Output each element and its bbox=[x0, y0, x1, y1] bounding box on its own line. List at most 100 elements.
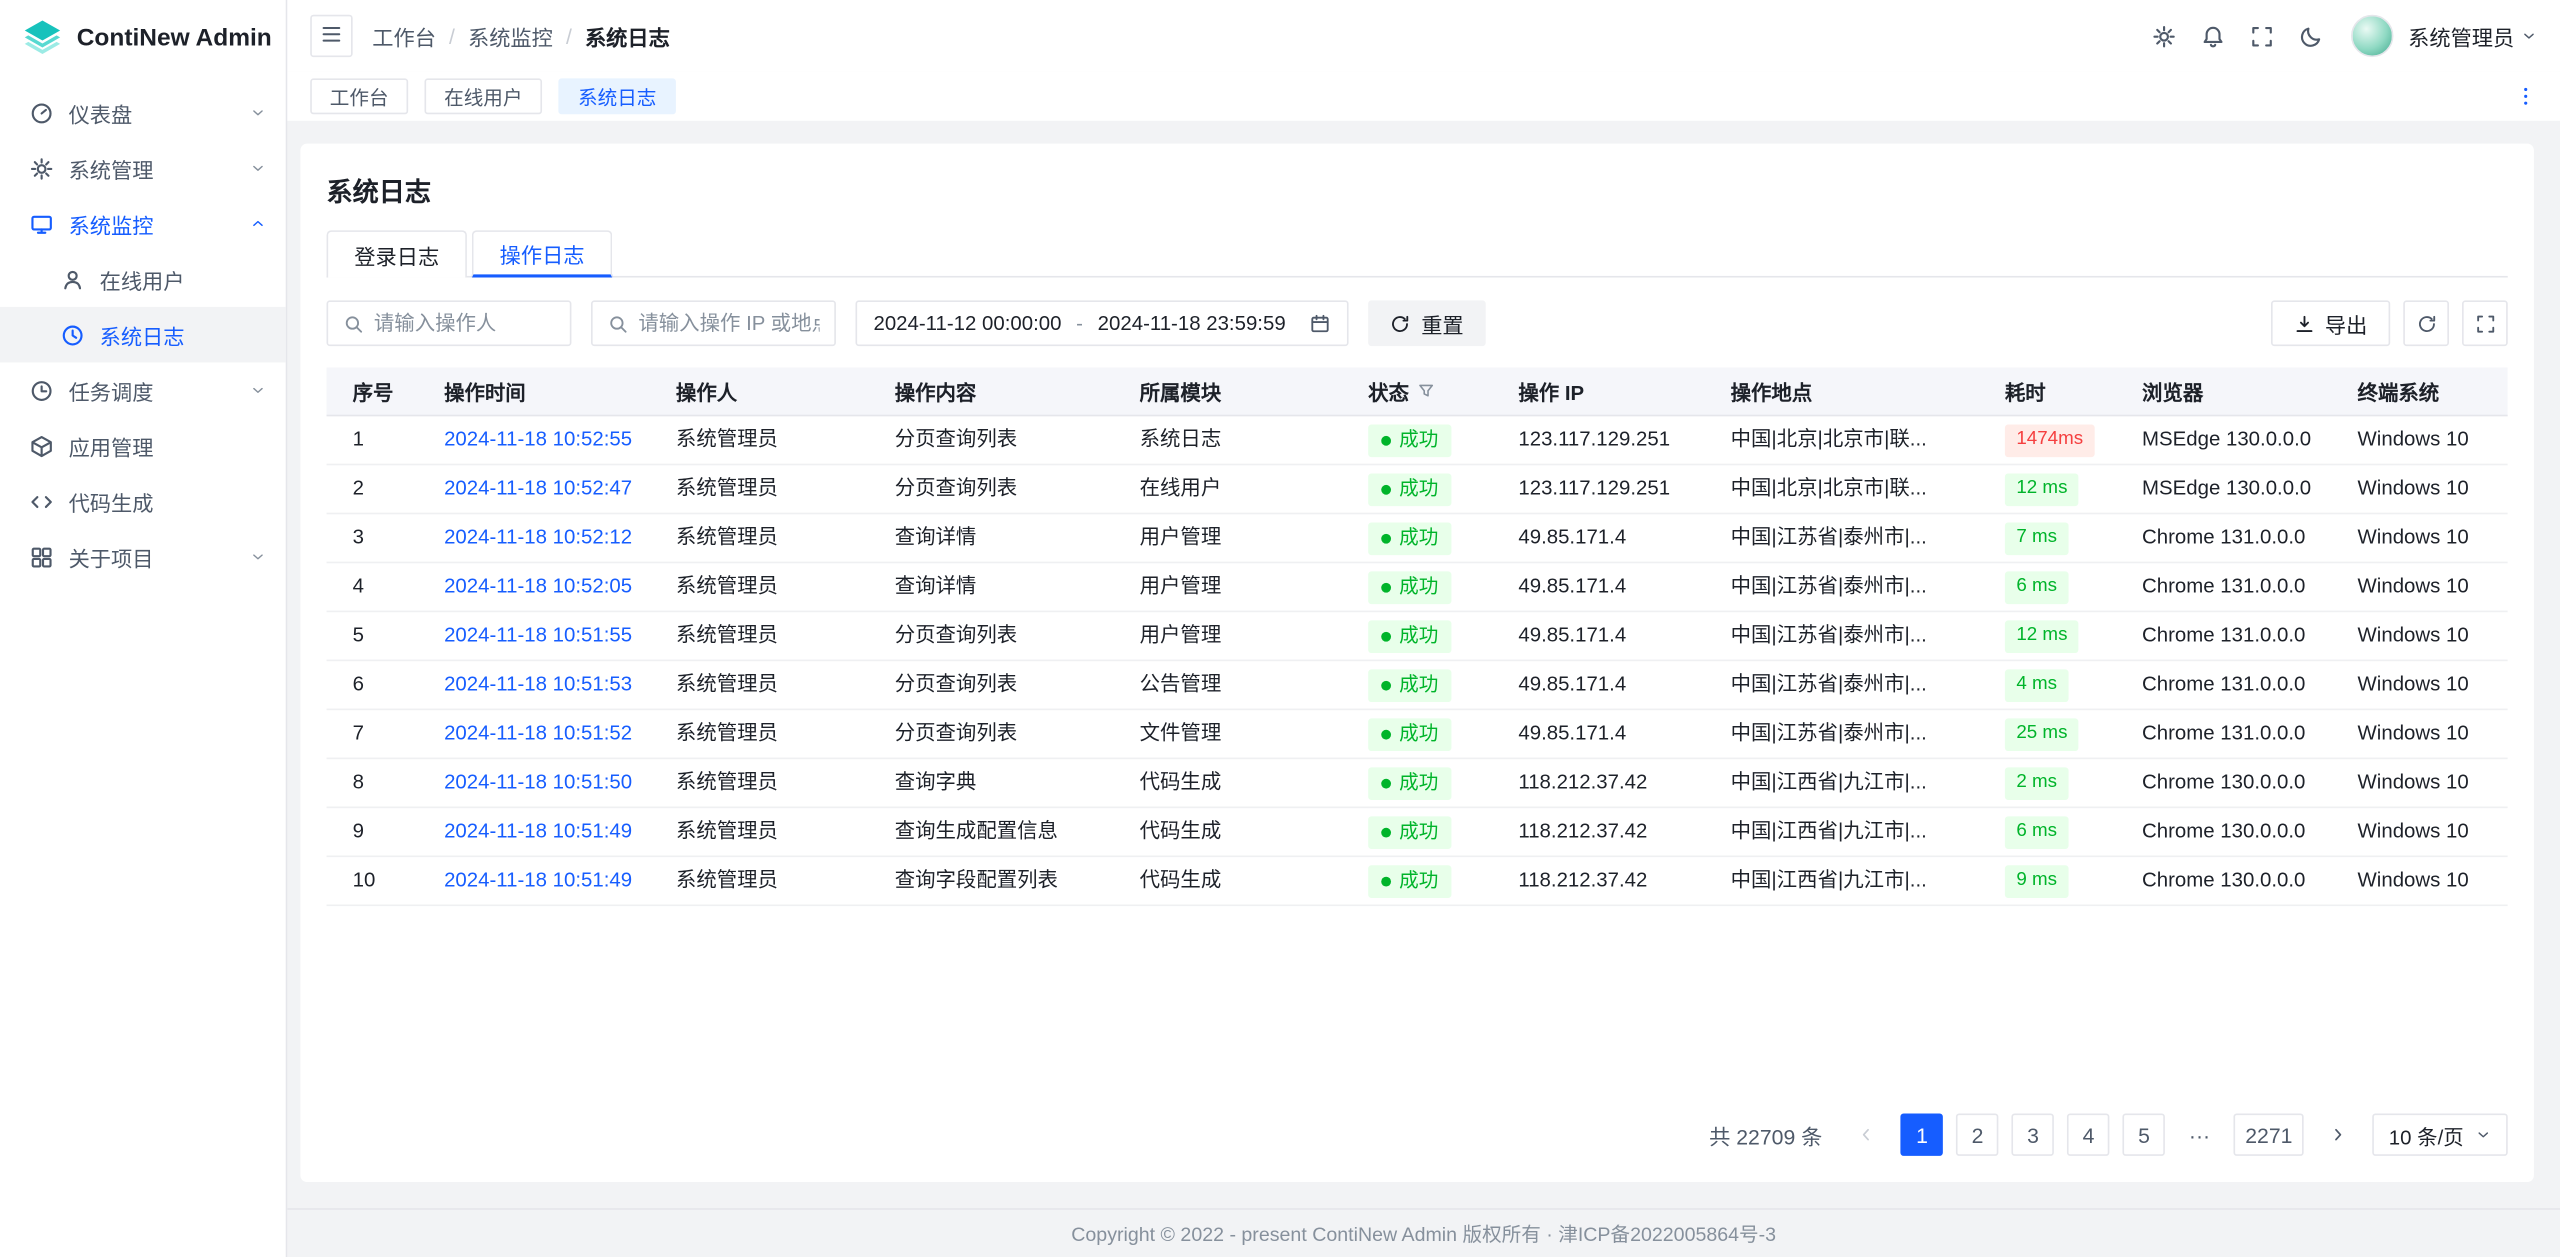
date-range-picker[interactable]: 2024-11-12 00:00:00 - 2024-11-18 23:59:5… bbox=[856, 300, 1350, 346]
sidebar-item[interactable]: 应用管理 bbox=[0, 418, 286, 474]
status-dot-icon bbox=[1381, 827, 1391, 837]
cell-operator: 系统管理员 bbox=[650, 710, 869, 757]
breadcrumb-link[interactable]: 系统日志 bbox=[585, 20, 670, 51]
refresh-table-button[interactable] bbox=[2403, 300, 2449, 346]
column-header-label: 所属模块 bbox=[1140, 376, 1222, 407]
cell-content: 分页查询列表 bbox=[869, 710, 1114, 757]
status-badge: 成功 bbox=[1368, 718, 1451, 751]
operator-search-input[interactable] bbox=[374, 312, 555, 335]
user-name-label: 系统管理员 bbox=[2408, 20, 2514, 51]
sidebar-item[interactable]: 仪表盘 bbox=[0, 85, 286, 141]
operation-time-link[interactable]: 2024-11-18 10:52:05 bbox=[444, 575, 632, 598]
cell-browser: Chrome 131.0.0.0 bbox=[2116, 710, 2332, 757]
collapse-sidebar-button[interactable] bbox=[310, 15, 352, 57]
operation-time-link[interactable]: 2024-11-18 10:51:55 bbox=[444, 624, 632, 647]
log-tab[interactable]: 登录日志 bbox=[327, 230, 467, 277]
cell-ip: 118.212.37.42 bbox=[1492, 808, 1704, 855]
cell-module: 文件管理 bbox=[1113, 710, 1342, 757]
export-button-label: 导出 bbox=[2325, 308, 2367, 339]
footer: Copyright © 2022 - present ContiNew Admi… bbox=[287, 1208, 2560, 1257]
cell-module: 代码生成 bbox=[1113, 857, 1342, 904]
operation-time-link[interactable]: 2024-11-18 10:51:52 bbox=[444, 722, 632, 745]
cell-content: 查询详情 bbox=[869, 563, 1114, 610]
fullscreen-icon[interactable] bbox=[2240, 13, 2286, 59]
nav-tab[interactable]: 系统日志 bbox=[558, 78, 676, 114]
page-button[interactable]: 4 bbox=[2067, 1113, 2109, 1155]
page-button[interactable]: 2271 bbox=[2234, 1113, 2304, 1155]
ip-search bbox=[591, 300, 836, 346]
cell-duration: 4 ms bbox=[1979, 661, 2116, 708]
settings-icon[interactable] bbox=[2142, 13, 2188, 59]
breadcrumb-item: 系统日志 / bbox=[585, 20, 670, 51]
sidebar-item-label: 任务调度 bbox=[69, 375, 154, 406]
operation-time-link[interactable]: 2024-11-18 10:51:49 bbox=[444, 820, 632, 843]
cell-time: 2024-11-18 10:51:55 bbox=[418, 612, 650, 659]
status-badge: 成功 bbox=[1368, 571, 1451, 604]
operation-time-link[interactable]: 2024-11-18 10:51:49 bbox=[444, 869, 632, 892]
column-header: 终端系统 bbox=[2331, 367, 2507, 414]
page-button[interactable]: ··· bbox=[2178, 1113, 2220, 1155]
breadcrumb-link[interactable]: 工作台 bbox=[372, 20, 436, 51]
status-dot-icon bbox=[1381, 729, 1391, 739]
page-button[interactable]: 2 bbox=[1956, 1113, 1998, 1155]
calendar-icon bbox=[1310, 313, 1331, 334]
sidebar-item[interactable]: 代码生成 bbox=[0, 473, 286, 529]
cell-operator: 系统管理员 bbox=[650, 759, 869, 806]
operation-time-link[interactable]: 2024-11-18 10:52:47 bbox=[444, 477, 632, 500]
operation-time-link[interactable]: 2024-11-18 10:52:12 bbox=[444, 526, 632, 549]
duration-badge: 4 ms bbox=[2005, 669, 2069, 702]
cell-duration: 12 ms bbox=[1979, 612, 2116, 659]
breadcrumb-link[interactable]: 系统监控 bbox=[468, 20, 553, 51]
cell-time: 2024-11-18 10:51:50 bbox=[418, 759, 650, 806]
status-dot-icon bbox=[1381, 680, 1391, 690]
sidebar-item[interactable]: 在线用户 bbox=[0, 251, 286, 307]
reset-button[interactable]: 重置 bbox=[1369, 300, 1485, 346]
duration-badge: 12 ms bbox=[2005, 620, 2079, 653]
status-label: 成功 bbox=[1399, 613, 1438, 660]
sidebar-item[interactable]: 系统管理 bbox=[0, 140, 286, 196]
user-menu[interactable]: 系统管理员 bbox=[2408, 20, 2537, 51]
page-button[interactable]: 5 bbox=[2123, 1113, 2165, 1155]
expand-table-button[interactable] bbox=[2462, 300, 2508, 346]
page-button[interactable]: 1 bbox=[1901, 1113, 1943, 1155]
nav-tab[interactable]: 在线用户 bbox=[425, 78, 543, 114]
cell-content: 分页查询列表 bbox=[869, 612, 1114, 659]
operation-time-link[interactable]: 2024-11-18 10:52:55 bbox=[444, 428, 632, 451]
more-tabs-icon[interactable] bbox=[2514, 85, 2537, 108]
cell-operator: 系统管理员 bbox=[650, 661, 869, 708]
page-button[interactable]: 3 bbox=[2012, 1113, 2054, 1155]
cell-index: 4 bbox=[327, 563, 418, 610]
sidebar-item[interactable]: 系统监控 bbox=[0, 196, 286, 252]
sidebar-item[interactable]: 系统日志 bbox=[0, 307, 286, 363]
cell-duration: 1474ms bbox=[1979, 416, 2116, 463]
cell-location: 中国|江苏省|泰州市|... bbox=[1704, 563, 1978, 610]
breadcrumb-separator: / bbox=[566, 24, 572, 48]
cell-operator: 系统管理员 bbox=[650, 563, 869, 610]
log-tab[interactable]: 操作日志 bbox=[472, 230, 612, 277]
filter-icon[interactable] bbox=[1417, 382, 1435, 400]
notification-bell-icon[interactable] bbox=[2191, 13, 2237, 59]
cell-browser: MSEdge 130.0.0.0 bbox=[2116, 416, 2332, 463]
nav-tab[interactable]: 工作台 bbox=[310, 78, 408, 114]
column-header-label: 耗时 bbox=[2005, 376, 2046, 407]
cell-duration: 25 ms bbox=[1979, 710, 2116, 757]
cell-content: 查询生成配置信息 bbox=[869, 808, 1114, 855]
avatar[interactable] bbox=[2351, 15, 2393, 57]
status-badge: 成功 bbox=[1368, 816, 1451, 849]
ip-search-input[interactable] bbox=[638, 312, 819, 335]
dark-mode-moon-icon[interactable] bbox=[2289, 13, 2335, 59]
column-header-label: 状态 bbox=[1368, 376, 1409, 407]
status-dot-icon bbox=[1381, 435, 1391, 445]
cell-location: 中国|北京|北京市|联... bbox=[1704, 416, 1978, 463]
prev-page-button[interactable] bbox=[1845, 1113, 1887, 1155]
operation-time-link[interactable]: 2024-11-18 10:51:50 bbox=[444, 771, 632, 794]
operation-time-link[interactable]: 2024-11-18 10:51:53 bbox=[444, 673, 632, 696]
status-label: 成功 bbox=[1399, 857, 1438, 904]
sidebar-item[interactable]: 关于项目 bbox=[0, 529, 286, 585]
page-size-select[interactable]: 10 条/页 bbox=[2372, 1113, 2507, 1155]
sidebar-item[interactable]: 任务调度 bbox=[0, 362, 286, 418]
next-page-button[interactable] bbox=[2317, 1113, 2359, 1155]
brand[interactable]: ContiNew Admin bbox=[0, 0, 286, 75]
export-button[interactable]: 导出 bbox=[2271, 300, 2390, 346]
table-row: 2 2024-11-18 10:52:47 系统管理员 分页查询列表 在线用户 … bbox=[327, 465, 2508, 514]
